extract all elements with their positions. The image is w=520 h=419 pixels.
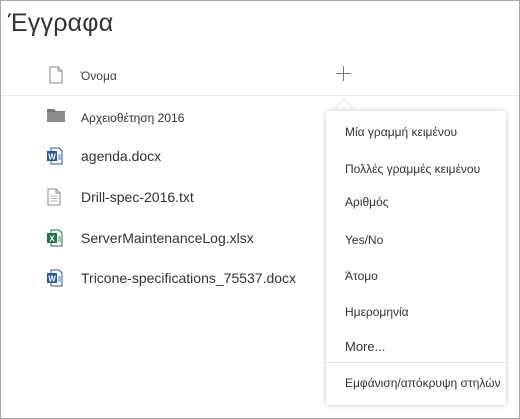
word-doc-icon: W — [47, 147, 63, 170]
menu-divider — [326, 362, 506, 363]
page-title: Έγγραφα — [8, 9, 114, 37]
menu-item-show-hide-columns[interactable]: Εμφάνιση/απόκρυψη στηλών — [345, 376, 501, 390]
add-column-menu: Μία γραμμή κειμένου Πολλές γραμμές κειμέ… — [326, 111, 506, 405]
menu-item-multiple-lines-text[interactable]: Πολλές γραμμές κειμένου — [345, 162, 480, 176]
list-item[interactable]: Αρχειοθέτηση 2016 — [1, 97, 321, 137]
excel-file-icon: X — [47, 229, 63, 252]
word-doc-icon: W — [47, 269, 63, 292]
list-item[interactable]: W Tricone-specifications_75537.docx — [1, 258, 321, 298]
menu-item-number[interactable]: Αριθμός — [345, 195, 389, 209]
svg-text:W: W — [48, 274, 56, 283]
menu-item-single-line-text[interactable]: Μία γραμμή κειμένου — [345, 125, 457, 139]
file-name[interactable]: Αρχειοθέτηση 2016 — [81, 111, 184, 125]
folder-icon — [47, 108, 65, 127]
svg-text:X: X — [49, 234, 55, 243]
add-column-icon[interactable] — [335, 65, 353, 83]
column-header-name[interactable]: Όνομα — [81, 69, 117, 83]
list-item[interactable]: X ServerMaintenanceLog.xlsx — [1, 218, 321, 258]
menu-item-yes-no[interactable]: Yes/No — [345, 233, 383, 247]
file-name[interactable]: agenda.docx — [81, 148, 161, 164]
document-type-icon[interactable] — [49, 66, 63, 89]
column-header-row: Όνομα — [1, 59, 519, 96]
svg-text:W: W — [48, 152, 56, 161]
menu-item-date[interactable]: Ημερομηνία — [345, 305, 409, 319]
menu-item-more[interactable]: More... — [345, 339, 385, 354]
text-file-icon — [47, 188, 61, 211]
document-library-panel: Έγγραφα Όνομα Αρχειοθέτηση 2016 W agenda… — [0, 0, 520, 419]
menu-item-person[interactable]: Άτομο — [345, 269, 378, 283]
file-name[interactable]: ServerMaintenanceLog.xlsx — [81, 230, 254, 246]
list-item[interactable]: W agenda.docx — [1, 136, 321, 176]
file-name[interactable]: Drill-spec-2016.txt — [81, 189, 194, 205]
file-name[interactable]: Tricone-specifications_75537.docx — [81, 270, 296, 286]
list-item[interactable]: Drill-spec-2016.txt — [1, 177, 321, 217]
